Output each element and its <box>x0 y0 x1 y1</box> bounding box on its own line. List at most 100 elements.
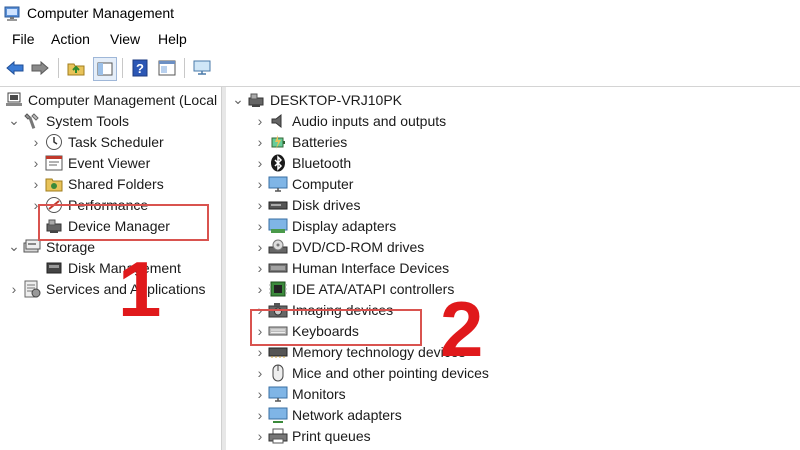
up-folder-icon[interactable] <box>65 57 87 79</box>
chevron-right-icon[interactable]: › <box>252 383 268 404</box>
menu-view[interactable]: View <box>108 31 142 47</box>
tree-item-label: Task Scheduler <box>68 133 164 150</box>
device-manager-highlight <box>38 204 209 241</box>
chevron-right-icon[interactable]: › <box>28 131 44 152</box>
device-category-label: Human Interface Devices <box>292 259 450 276</box>
back-arrow-icon[interactable] <box>4 57 26 79</box>
device-category-label: Network adapters <box>292 406 402 423</box>
tree-item-services-apps[interactable]: › Services and Applications <box>6 278 206 299</box>
chevron-right-icon[interactable]: › <box>252 131 268 152</box>
device-category-label: Disk drives <box>292 196 361 213</box>
chevron-right-icon[interactable]: › <box>252 404 268 425</box>
shared-folder-icon <box>44 175 64 193</box>
tree-item-label: Event Viewer <box>68 154 151 171</box>
device-category[interactable]: › Bluetooth <box>252 152 351 173</box>
device-tree-root-label: DESKTOP-VRJ10PK <box>270 91 403 108</box>
device-category[interactable]: › Network adapters <box>252 404 402 425</box>
device-category-label: Monitors <box>292 385 346 402</box>
disk-management-icon <box>44 259 64 277</box>
device-category-label: Display adapters <box>292 217 397 234</box>
title-bar: Computer Management <box>0 0 800 28</box>
computer-icon <box>246 91 266 109</box>
chevron-right-icon[interactable]: › <box>28 152 44 173</box>
hid-icon <box>268 259 288 277</box>
window-title: Computer Management <box>27 5 175 21</box>
device-category[interactable]: › DVD/CD-ROM drives <box>252 236 425 257</box>
step-1-marker: 1 <box>118 245 162 333</box>
mouse-icon <box>268 364 288 382</box>
tree-item-root[interactable]: Computer Management (Local <box>4 89 217 110</box>
menu-action[interactable]: Action <box>49 31 92 47</box>
computer-management-icon <box>4 91 24 109</box>
chevron-right-icon[interactable]: › <box>252 173 268 194</box>
battery-icon <box>268 133 288 151</box>
clock-icon <box>44 133 64 151</box>
chevron-right-icon[interactable]: › <box>252 425 268 446</box>
forward-arrow-icon[interactable] <box>29 57 51 79</box>
tree-item-label: Computer Management (Local <box>28 91 218 108</box>
device-category-label: IDE ATA/ATAPI controllers <box>292 280 455 297</box>
device-category[interactable]: › Human Interface Devices <box>252 257 450 278</box>
tree-item-event-viewer[interactable]: › Event Viewer <box>28 152 151 173</box>
toolbar: ? <box>0 52 800 87</box>
svg-text:?: ? <box>136 61 144 76</box>
device-category[interactable]: › Disk drives <box>252 194 361 215</box>
device-category-label: Print queues <box>292 427 371 444</box>
device-category-label: Batteries <box>292 133 348 150</box>
tree-item-label: Shared Folders <box>68 175 164 192</box>
chevron-right-icon[interactable]: › <box>252 152 268 173</box>
dvd-drive-icon <box>268 238 288 256</box>
device-category-label: DVD/CD-ROM drives <box>292 238 425 255</box>
device-category[interactable]: › Monitors <box>252 383 346 404</box>
chevron-right-icon[interactable]: › <box>252 257 268 278</box>
device-category[interactable]: › Print queues <box>252 425 371 446</box>
display-adapter-icon <box>268 217 288 235</box>
tree-item-label: System Tools <box>46 112 129 129</box>
chevron-right-icon[interactable]: › <box>6 278 22 299</box>
chevron-right-icon[interactable]: › <box>252 110 268 131</box>
monitor-icon <box>268 175 288 193</box>
tree-item-system-tools[interactable]: ⌄ System Tools <box>6 110 129 131</box>
menu-file[interactable]: File <box>10 31 37 47</box>
bluetooth-icon <box>268 154 288 172</box>
tree-item-task-scheduler[interactable]: › Task Scheduler <box>28 131 164 152</box>
chevron-right-icon[interactable]: › <box>28 173 44 194</box>
monitor-icon <box>268 385 288 403</box>
chevron-right-icon[interactable]: › <box>252 278 268 299</box>
device-category[interactable]: › Computer <box>252 173 354 194</box>
chevron-right-icon[interactable]: › <box>252 236 268 257</box>
toolbar-separator <box>122 58 123 78</box>
toolbar-separator <box>58 58 59 78</box>
device-category-label: Bluetooth <box>292 154 352 171</box>
menu-help[interactable]: Help <box>156 31 189 47</box>
device-category[interactable]: › Batteries <box>252 131 348 152</box>
chevron-right-icon[interactable]: › <box>252 215 268 236</box>
ide-controller-icon <box>268 280 288 298</box>
keyboards-highlight <box>250 309 422 346</box>
console-tree: Computer Management (Local ⌄ System Tool… <box>0 87 220 450</box>
chevron-right-icon[interactable]: › <box>252 362 268 383</box>
menu-bar: File Action View Help <box>0 28 800 52</box>
chevron-down-icon[interactable]: ⌄ <box>6 236 22 257</box>
device-category-label: Audio inputs and outputs <box>292 112 447 129</box>
chevron-right-icon[interactable]: › <box>252 194 268 215</box>
properties-icon[interactable] <box>156 57 178 79</box>
device-category[interactable]: › IDE ATA/ATAPI controllers <box>252 278 455 299</box>
tree-item-shared-folders[interactable]: › Shared Folders <box>28 173 164 194</box>
tools-icon <box>22 112 42 130</box>
services-icon <box>22 280 42 298</box>
computer-management-icon <box>4 5 22 23</box>
disk-drive-icon <box>268 196 288 214</box>
speaker-icon <box>268 112 288 130</box>
device-tree-root[interactable]: ⌄ DESKTOP-VRJ10PK <box>230 89 402 110</box>
device-category[interactable]: › Audio inputs and outputs <box>252 110 446 131</box>
monitor-icon[interactable] <box>191 57 213 79</box>
show-hide-tree-icon[interactable] <box>93 57 117 81</box>
help-icon[interactable]: ? <box>129 57 151 79</box>
step-2-marker: 2 <box>440 285 484 373</box>
toolbar-separator <box>184 58 185 78</box>
chevron-down-icon[interactable]: ⌄ <box>6 110 22 131</box>
device-tree: ⌄ DESKTOP-VRJ10PK › Audio inputs and out… <box>226 87 800 450</box>
chevron-down-icon[interactable]: ⌄ <box>230 89 246 110</box>
device-category[interactable]: › Display adapters <box>252 215 397 236</box>
